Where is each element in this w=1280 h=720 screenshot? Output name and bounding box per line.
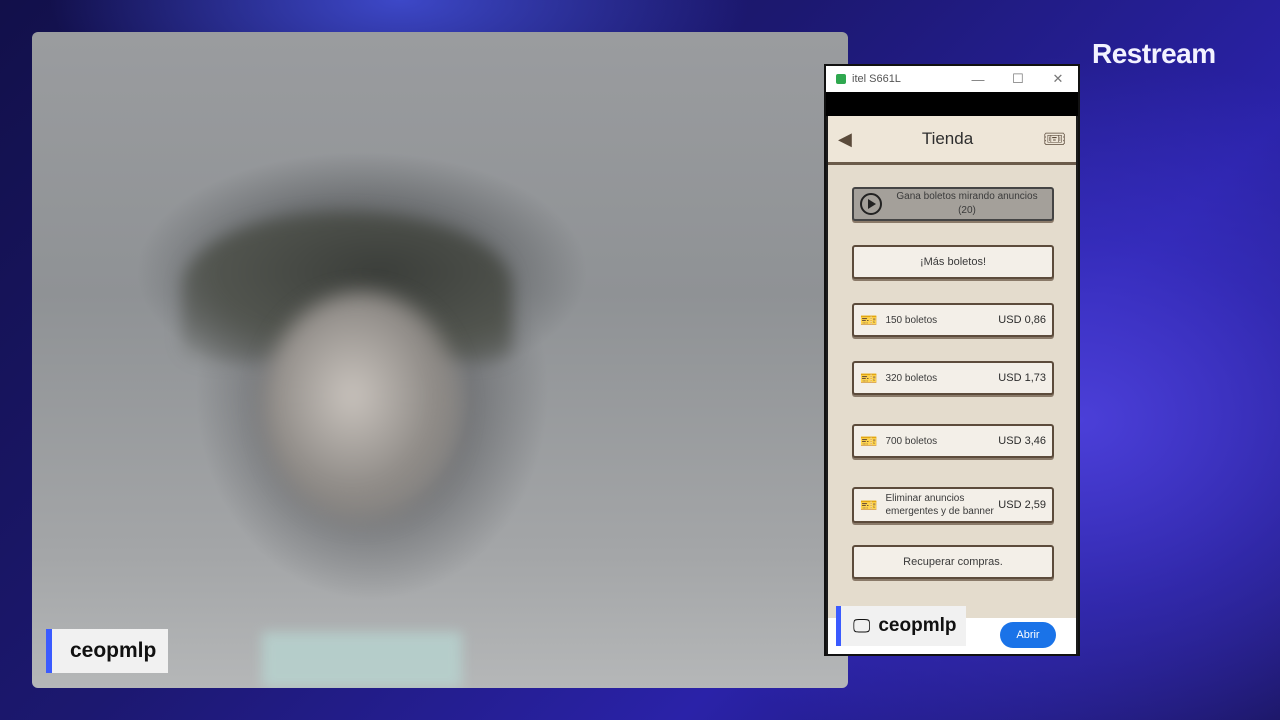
buy-320-tickets-button[interactable]: 🎫 320 boletos USD 1,73: [852, 361, 1054, 395]
window-title: itel S661L: [852, 73, 901, 85]
maximize-button[interactable]: ☐: [998, 71, 1038, 87]
buy-150-tickets-button[interactable]: 🎫 150 boletos USD 0,86: [852, 303, 1054, 337]
camera-feed: [32, 32, 848, 688]
ticket-icon: 🎫: [860, 496, 878, 513]
watch-ads-count: (20): [958, 205, 976, 216]
app-icon: [836, 74, 846, 84]
play-icon: [860, 193, 882, 215]
ticket-icon: 🎫: [860, 311, 878, 328]
camera-subject-face: [262, 292, 462, 522]
back-arrow-icon[interactable]: ◀: [838, 129, 852, 150]
close-button[interactable]: ✕: [1038, 71, 1078, 87]
buy-700-tickets-button[interactable]: 🎫 700 boletos USD 3,46: [852, 424, 1054, 458]
phone-mirror-window: itel S661L — ☐ ✕ ◀ Tienda 🎟 Gana boletos…: [824, 64, 1080, 656]
window-titlebar: itel S661L — ☐ ✕: [826, 66, 1078, 92]
restream-logo: Restream: [1092, 38, 1216, 69]
shop-header: ◀ Tienda 🎟: [828, 116, 1076, 165]
watch-ads-label: Gana boletos mirando anuncios (20): [896, 191, 1038, 216]
item-price: USD 2,59: [998, 499, 1046, 511]
camera-subject-shirt: [262, 632, 462, 688]
item-price: USD 1,73: [998, 372, 1046, 384]
watch-ads-button[interactable]: Gana boletos mirando anuncios (20): [852, 187, 1054, 221]
item-label: Eliminar anuncios emergentes y de banner: [885, 493, 994, 517]
minimize-button[interactable]: —: [958, 72, 998, 87]
item-price: USD 3,46: [998, 435, 1046, 447]
tickets-icon[interactable]: 🎟: [1043, 129, 1066, 150]
shop-list: Gana boletos mirando anuncios (20) ¡Más …: [828, 165, 1076, 654]
open-ad-button[interactable]: Abrir: [1000, 622, 1056, 648]
ticket-icon: 🎫: [860, 369, 878, 386]
camera-name-label: ceopmlp: [46, 629, 169, 673]
remove-ads-button[interactable]: 🎫 Eliminar anuncios emergentes y de bann…: [852, 487, 1054, 523]
monitor-icon: 🖵: [853, 615, 871, 636]
ticket-icon: 🎫: [860, 432, 878, 449]
shop-screen: ◀ Tienda 🎟 Gana boletos mirando anuncios…: [828, 116, 1076, 654]
restore-purchases-button[interactable]: Recuperar compras.: [852, 545, 1054, 579]
phone-status-bar: [826, 92, 1078, 116]
screen-share-name-label: 🖵 ceopmlp: [836, 606, 967, 646]
more-tickets-button[interactable]: ¡Más boletos!: [852, 245, 1054, 279]
item-label: 700 boletos: [885, 435, 938, 447]
shop-title: Tienda: [921, 129, 974, 148]
item-label: 150 boletos: [885, 314, 938, 326]
item-label: 320 boletos: [885, 372, 938, 384]
item-price: USD 0,86: [998, 314, 1046, 326]
